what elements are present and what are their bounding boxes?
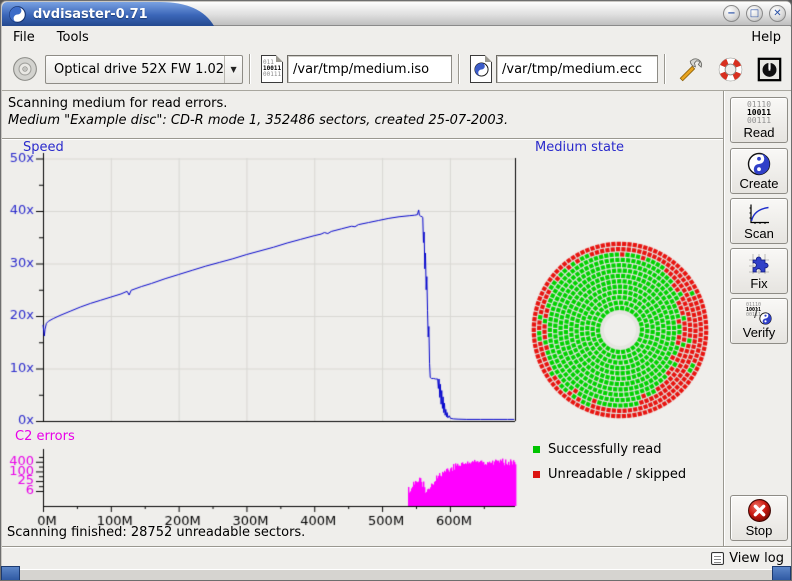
stop-label: Stop	[746, 523, 773, 538]
toolbar: Optical drive 52X FW 1.02 ▼ 011 10011 00…	[2, 48, 792, 91]
toolbar-separator	[458, 54, 460, 84]
status-line: Scanning medium for read errors.	[8, 95, 723, 112]
legend-item-bad: Unreadable / skipped	[533, 467, 686, 482]
green-swatch	[533, 446, 540, 453]
ecc-yinyang-glyph	[474, 62, 489, 77]
menu-help[interactable]: Help	[740, 28, 792, 47]
lifesaver-icon	[717, 56, 744, 83]
iso-file-input[interactable]	[287, 55, 452, 83]
app-yinyang-icon	[9, 6, 26, 23]
red-swatch	[533, 471, 540, 478]
ecc-file-icon	[470, 55, 492, 83]
menu-file[interactable]: File	[2, 28, 46, 47]
legend-ok-label: Successfully read	[548, 442, 661, 457]
verify-label: Verify	[743, 325, 776, 340]
window-frame-bottom	[2, 569, 792, 581]
verify-icon: 01110 10011 00111 /	[746, 303, 772, 325]
read-label: Read	[743, 125, 774, 140]
stop-button[interactable]: Stop	[730, 495, 788, 541]
preferences-button[interactable]	[676, 54, 707, 85]
quit-button[interactable]	[754, 54, 785, 85]
scan-result-text: Scanning finished: 28752 unreadable sect…	[7, 525, 305, 540]
legend-bad-label: Unreadable / skipped	[548, 467, 686, 482]
wrench-icon	[678, 56, 705, 83]
minimize-button[interactable]: −	[723, 5, 740, 22]
scan-button[interactable]: Scan	[730, 198, 788, 244]
drive-selector[interactable]: Optical drive 52X FW 1.02 ▼	[45, 55, 243, 84]
binary-icon: 01110 10011 00111	[747, 101, 771, 125]
slash-glyph: /	[754, 305, 758, 321]
fix-label: Fix	[750, 276, 767, 291]
menubar: File Tools Help	[2, 27, 792, 48]
chart-region: Speed Medium state Successfully read Unr…	[2, 139, 723, 546]
yinyang-icon	[759, 312, 772, 325]
create-label: Create	[739, 176, 778, 191]
action-sidebar: 01110 10011 00111 Read Create Scan	[723, 91, 792, 546]
view-log-button[interactable]: View log	[711, 551, 784, 566]
scan-curve-icon	[747, 202, 771, 226]
toolbar-separator	[664, 54, 666, 84]
medium-info-line: Medium "Example disc": CD-R mode 1, 3524…	[8, 112, 723, 129]
log-list-icon	[711, 552, 724, 565]
toolbar-separator	[249, 54, 251, 84]
maximize-button[interactable]: □	[746, 5, 763, 22]
fix-button[interactable]: Fix	[730, 248, 788, 294]
read-button[interactable]: 01110 10011 00111 Read	[730, 97, 788, 143]
view-log-label: View log	[729, 551, 784, 566]
app-window: dvdisaster-0.71 − □ ✕ File Tools Help Op…	[0, 0, 792, 581]
drive-selector-value: Optical drive 52X FW 1.02	[46, 62, 224, 77]
ecc-file-input[interactable]	[496, 55, 658, 83]
speed-chart-canvas	[2, 151, 524, 434]
create-button[interactable]: Create	[730, 148, 788, 194]
verify-button[interactable]: 01110 10011 00111 / Verify	[730, 298, 788, 344]
window-title: dvdisaster-0.71	[33, 7, 148, 22]
resize-grip-left[interactable]	[1, 566, 20, 581]
iso-image-icon: 011 10011 00111	[261, 55, 283, 83]
titlebar-tab: dvdisaster-0.71	[2, 2, 214, 26]
resize-grip-right[interactable]	[772, 566, 791, 581]
yinyang-icon	[747, 152, 771, 176]
iso-icon-line: 00111	[263, 72, 281, 78]
titlebar[interactable]: dvdisaster-0.71 − □ ✕	[2, 2, 792, 26]
c2-chart-canvas	[2, 441, 524, 531]
medium-state-disc-canvas	[529, 239, 711, 421]
statusbar: View log	[2, 546, 792, 569]
puzzle-piece-icon	[747, 252, 771, 276]
status-message-box: Scanning medium for read errors. Medium …	[2, 91, 723, 139]
legend-item-ok: Successfully read	[533, 442, 661, 457]
close-button[interactable]: ✕	[769, 5, 786, 22]
scan-label: Scan	[744, 226, 774, 241]
power-icon	[756, 56, 783, 83]
optical-drive-icon	[12, 56, 38, 82]
menu-tools[interactable]: Tools	[46, 28, 100, 47]
stop-icon	[747, 498, 772, 523]
chevron-down-icon[interactable]: ▼	[224, 56, 242, 83]
help-button[interactable]	[715, 54, 746, 85]
medium-state-title: Medium state	[535, 140, 624, 155]
